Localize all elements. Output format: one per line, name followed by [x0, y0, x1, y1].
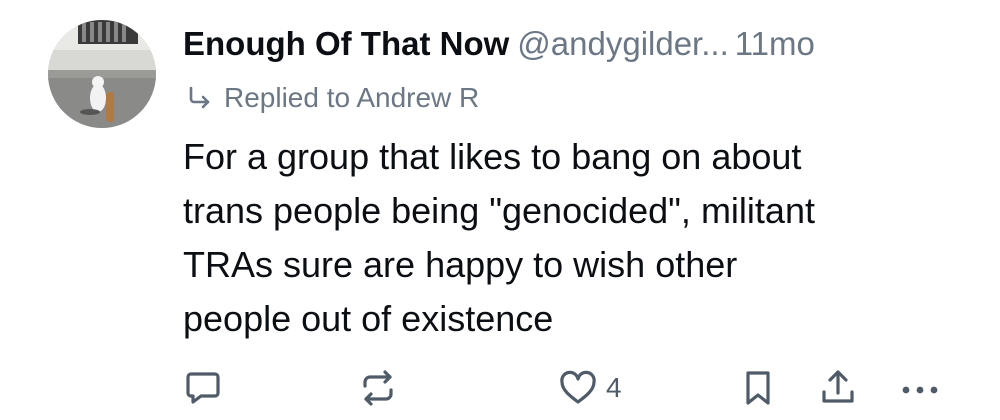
- post[interactable]: Enough Of That Now @andygilder... 11mo Rep…: [0, 0, 1000, 420]
- avatar[interactable]: [48, 20, 156, 128]
- comment-icon: [186, 372, 220, 404]
- more-icon: [902, 386, 938, 394]
- handle[interactable]: @andygilder...: [517, 25, 728, 62]
- reply-arrow-icon: [186, 85, 212, 111]
- like-button[interactable]: 4: [558, 364, 622, 412]
- replied-to[interactable]: Replied to Andrew R: [186, 79, 479, 117]
- like-count: 4: [606, 372, 622, 403]
- post-time[interactable]: 11mo: [735, 25, 815, 62]
- post-header: Enough Of That Now @andygilder... 11mo: [183, 22, 815, 66]
- share-button[interactable]: [818, 364, 858, 412]
- reply-button[interactable]: [183, 364, 223, 412]
- replied-to-label: Replied to Andrew R: [224, 82, 480, 113]
- bookmark-button[interactable]: [738, 364, 778, 412]
- share-icon: [822, 370, 854, 403]
- post-actions: 4: [0, 364, 1000, 412]
- avatar-image: [48, 20, 156, 128]
- repost-button[interactable]: [358, 364, 398, 412]
- bookmark-icon: [746, 371, 770, 405]
- more-button[interactable]: [898, 364, 942, 412]
- repost-icon: [363, 370, 393, 406]
- post-text: For a group that likes to bang on about …: [183, 136, 815, 339]
- heart-icon: [560, 370, 596, 404]
- display-name[interactable]: Enough Of That Now: [183, 25, 509, 62]
